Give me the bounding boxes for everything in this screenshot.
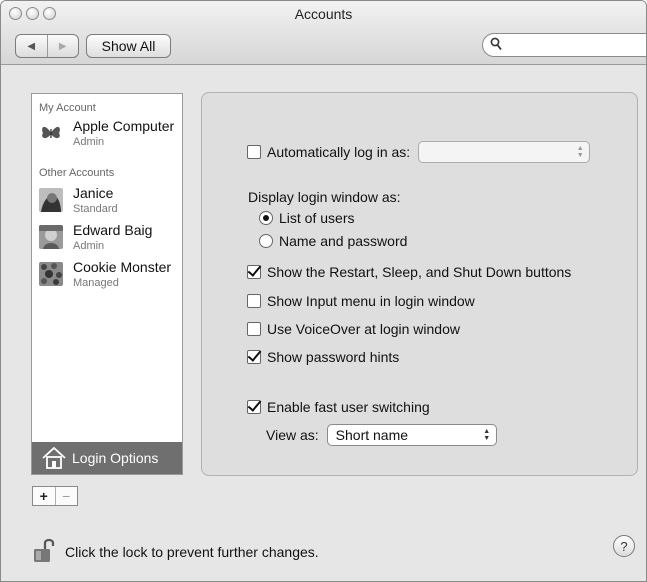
help-button[interactable]: ? [613,535,635,557]
user-photo-icon [39,188,63,212]
back-arrow-icon: ◀ [27,40,36,52]
account-role: Admin [73,240,105,252]
checkbox-label: Enable fast user switching [267,399,430,415]
account-name: Apple Computer [73,118,175,134]
radio-label: Name and password [279,233,408,249]
login-options-panel: Automatically log in as: ▲ ▼ Display logi… [201,92,638,476]
forward-button[interactable]: ▶ [46,35,79,57]
lock-status-text: Click the lock to prevent further change… [65,544,319,560]
auto-login-label: Automatically log in as: [267,144,411,160]
show-password-hints-checkbox[interactable] [247,350,261,364]
popup-arrows-icon: ▲ ▼ [576,145,584,159]
account-name: Edward Baig [73,222,153,238]
account-role: Admin [73,136,105,148]
search-icon [490,37,502,54]
fast-user-switching-checkbox[interactable] [247,400,261,414]
account-edward-baig[interactable]: Edward Baig Admin [32,222,182,258]
view-as-value: Short name [335,427,409,443]
auto-login-user-popup[interactable]: ▲ ▼ [418,141,591,163]
search-field[interactable] [482,33,646,57]
back-forward-control: ◀ ▶ [15,34,79,58]
auto-login-checkbox[interactable] [247,145,261,159]
login-options-label: Login Options [72,450,159,466]
remove-account-button[interactable]: − [54,487,78,505]
account-role: Managed [73,277,119,289]
checkbox-label: Use VoiceOver at login window [267,321,460,337]
accounts-list: My Account Apple Computer Admin Other Ac… [31,93,183,475]
show-restart-checkbox[interactable] [247,265,261,279]
auto-login-row: Automatically log in as: ▲ ▼ [247,141,591,163]
account-apple-computer[interactable]: Apple Computer Admin [32,118,182,154]
accounts-window: Accounts ◀ ▶ Show All My Account Apple C… [0,0,647,582]
forward-arrow-icon: ▶ [58,40,67,52]
account-cookie-monster[interactable]: Cookie Monster Managed [32,259,182,295]
account-name: Cookie Monster [73,259,172,275]
display-login-label: Display login window as: [248,189,401,205]
house-icon [42,446,66,469]
view-as-label: View as: [266,427,319,443]
radio-list-of-users[interactable]: List of users [259,210,354,226]
account-name: Janice [73,185,114,201]
add-remove-control: + − [32,486,78,506]
show-password-hints-row[interactable]: Show password hints [247,349,399,365]
butterfly-icon [42,126,60,139]
account-janice[interactable]: Janice Standard [32,185,182,221]
show-input-menu-checkbox[interactable] [247,294,261,308]
view-as-popup[interactable]: Short name ▲ ▼ [326,424,497,446]
show-input-menu-row[interactable]: Show Input menu in login window [247,293,475,309]
fast-user-switching-row[interactable]: Enable fast user switching [247,399,430,415]
use-voiceover-row[interactable]: Use VoiceOver at login window [247,321,460,337]
account-role: Standard [73,203,118,215]
user-photo-icon [39,225,63,249]
back-button[interactable]: ◀ [16,35,47,57]
add-account-button[interactable]: + [33,487,55,505]
my-account-header: My Account [39,102,96,114]
use-voiceover-checkbox[interactable] [247,322,261,336]
title-bar: Accounts ◀ ▶ Show All [1,1,646,65]
login-options-item[interactable]: Login Options [32,442,182,474]
radio-name-and-password[interactable]: Name and password [259,233,407,249]
radio-button[interactable] [259,234,273,248]
radio-button[interactable] [259,211,273,225]
checkbox-label: Show password hints [267,349,400,365]
checkbox-label: Show the Restart, Sleep, and Shut Down b… [267,264,572,280]
view-as-row: View as: Short name ▲ ▼ [266,424,497,446]
other-accounts-header: Other Accounts [39,167,115,179]
user-photo-icon [39,262,63,286]
unlocked-lock-icon[interactable] [32,537,58,563]
show-restart-sleep-shutdown-row[interactable]: Show the Restart, Sleep, and Shut Down b… [247,264,571,280]
show-all-button[interactable]: Show All [86,34,171,58]
checkbox-label: Show Input menu in login window [267,293,475,309]
window-title: Accounts [294,6,353,22]
popup-arrows-icon: ▲ ▼ [483,428,491,442]
radio-label: List of users [279,210,355,226]
